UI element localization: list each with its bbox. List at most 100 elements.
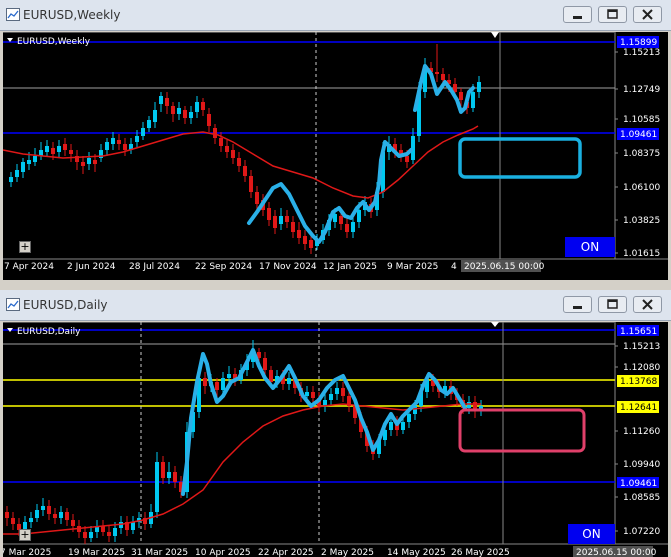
daily-highlight-label-1: 1.15651 [620, 327, 657, 337]
weekly-price-label-6: 1.01615 [623, 249, 660, 259]
weekly-candle [267, 208, 271, 220]
weekly-candle [93, 160, 97, 164]
daily-candle [329, 394, 333, 400]
weekly-chart-window: EURUSD,Weekly EURUSD,Weekly 1.15213 1.12… [0, 0, 671, 283]
daily-plus-icon[interactable]: + [19, 529, 31, 541]
weekly-candle [111, 138, 115, 144]
daily-zone-rectangle[interactable] [458, 408, 586, 453]
weekly-candle [357, 210, 361, 222]
weekly-time-label-6: 9 Mar 2025 [387, 262, 438, 272]
weekly-candle [339, 216, 343, 224]
weekly-candle [279, 216, 283, 224]
daily-chart-label: EURUSD,Daily [17, 327, 81, 337]
weekly-candle [159, 96, 163, 104]
weekly-candle [435, 72, 439, 74]
daily-time-label-6: 14 May 2025 [387, 548, 446, 557]
weekly-candle [411, 136, 415, 160]
daily-candle [65, 512, 69, 520]
daily-timeshift-marker[interactable] [491, 322, 499, 327]
daily-candle [71, 520, 75, 526]
daily-price-chart[interactable]: EURUSD,Daily 1.15213 1.12080 1.11260 1.0994… [3, 322, 668, 557]
weekly-title-bar[interactable]: EURUSD,Weekly [0, 0, 671, 31]
daily-candle [131, 522, 135, 530]
daily-highlight-label-4: 1.09461 [620, 479, 657, 489]
close-button[interactable] [633, 296, 662, 313]
weekly-time-label-2: 28 Jul 2024 [129, 262, 180, 272]
daily-price-label-4: 1.08585 [623, 493, 660, 503]
close-button[interactable] [633, 6, 662, 23]
daily-window-title: EURUSD,Daily [23, 298, 108, 312]
weekly-candle [27, 160, 31, 164]
weekly-candle [123, 144, 127, 150]
daily-candle [53, 514, 57, 518]
daily-candle [59, 512, 63, 518]
weekly-candle [249, 176, 253, 192]
daily-title-bar[interactable]: EURUSD,Daily [0, 290, 671, 321]
minimize-button[interactable] [563, 296, 592, 313]
weekly-candle [297, 230, 301, 238]
weekly-candle [303, 236, 307, 244]
weekly-crosshair-time: 2025.06.15 00:00 [464, 262, 545, 272]
weekly-candle [441, 74, 445, 80]
daily-candle [341, 388, 345, 396]
weekly-candle [459, 92, 463, 100]
daily-time-label-3: 10 Apr 2025 [195, 548, 251, 557]
daily-time-label-5: 2 May 2025 [321, 548, 374, 557]
daily-candle [35, 510, 39, 518]
close-icon [642, 9, 653, 20]
weekly-plus-icon[interactable]: + [19, 241, 31, 253]
weekly-time-label-0: 7 Apr 2024 [4, 262, 54, 272]
weekly-time-label-4: 17 Nov 2024 [259, 262, 317, 272]
weekly-candle [291, 222, 295, 232]
restore-button[interactable] [598, 296, 627, 313]
weekly-price-label-3: 1.08375 [623, 149, 660, 159]
weekly-candle [69, 150, 73, 154]
weekly-candle [165, 98, 169, 106]
daily-chart-area[interactable]: EURUSD,Daily 1.15213 1.12080 1.11260 1.0994… [3, 322, 668, 557]
weekly-price-label-5: 1.03825 [623, 216, 660, 226]
daily-on-button[interactable]: ON [568, 524, 615, 544]
weekly-chart-area[interactable]: EURUSD,Weekly 1.15213 1.12749 1.10585 1.083… [3, 32, 668, 280]
weekly-candle [231, 150, 235, 158]
weekly-time-label-5: 12 Jan 2025 [323, 262, 377, 272]
weekly-price-label-4: 1.06100 [623, 183, 660, 193]
daily-candle [215, 382, 219, 390]
minimize-button[interactable] [563, 6, 592, 23]
daily-candle [83, 532, 87, 538]
weekly-on-button[interactable]: ON [565, 237, 615, 257]
weekly-candle [63, 144, 67, 150]
daily-candle [467, 402, 471, 408]
weekly-candle [273, 216, 277, 228]
daily-price-label-2: 1.11260 [623, 427, 660, 437]
weekly-price-label-1: 1.12749 [623, 85, 660, 95]
daily-candle [407, 414, 411, 422]
daily-candle [389, 422, 393, 430]
weekly-chart-label: EURUSD,Weekly [17, 37, 91, 47]
daily-candle [113, 528, 117, 536]
daily-chart-window: EURUSD,Daily EURUSD,Daily 1.15213 1.1208… [0, 290, 671, 557]
chart-window-icon [6, 8, 20, 21]
close-icon [642, 299, 653, 310]
weekly-candle [195, 102, 199, 112]
weekly-candle [45, 146, 49, 152]
weekly-candle [117, 140, 121, 144]
daily-highlight-label-2: 1.13768 [620, 377, 657, 387]
daily-price-label-5: 1.07220 [623, 527, 660, 537]
daily-candle [227, 374, 231, 378]
weekly-zone-rectangle[interactable] [458, 137, 582, 179]
daily-candle [107, 532, 111, 536]
daily-time-label-4: 22 Apr 2025 [258, 548, 314, 557]
daily-candle [221, 378, 225, 390]
daily-candle [29, 518, 33, 522]
daily-candle [287, 378, 291, 384]
daily-drawn-trace[interactable] [181, 348, 467, 496]
weekly-time-label-3: 22 Sep 2024 [195, 262, 252, 272]
restore-button[interactable] [598, 6, 627, 23]
weekly-candle [141, 128, 145, 136]
daily-price-label-3: 1.09940 [623, 460, 660, 470]
weekly-timeshift-marker[interactable] [491, 32, 499, 38]
weekly-candle [255, 192, 259, 204]
daily-candle [11, 518, 15, 524]
daily-candle [401, 422, 405, 430]
daily-candle [203, 378, 207, 386]
